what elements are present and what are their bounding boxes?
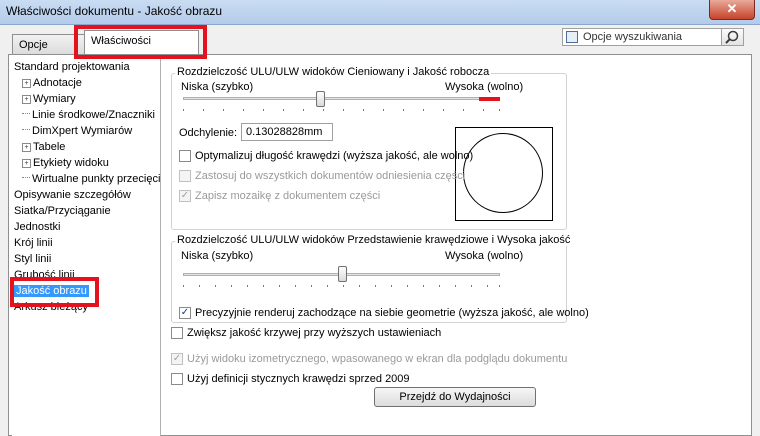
close-button[interactable]: ✕ xyxy=(709,0,755,20)
group2-title: Rozdzielczość ULU/ULW widoków Przedstawi… xyxy=(175,234,573,246)
search-icon xyxy=(725,30,739,44)
precise-render-label: Precyzyjnie renderuj zachodzące na siebi… xyxy=(195,307,589,319)
checkmark-icon: ✓ xyxy=(172,353,182,364)
group1-high-indicator xyxy=(479,97,500,101)
options-document-icon xyxy=(566,31,578,43)
tree-item-line-style[interactable]: Styl linii xyxy=(14,252,51,267)
tree-item-virtual-sharps[interactable]: Wirtualne punkty przecięcia xyxy=(22,172,160,187)
save-mosaic-label: Zapisz mozaikę z dokumentem części xyxy=(195,190,381,202)
search-placeholder: Opcje wyszukiwania xyxy=(583,31,683,43)
checkmark-icon: ✓ xyxy=(180,190,190,201)
tangent-edges-checkbox[interactable] xyxy=(171,373,183,385)
tangent-edges-label: Użyj definicji stycznych krawędzi sprzed… xyxy=(187,373,410,385)
tree-item-centerlines[interactable]: Linie środkowe/Znaczniki xyxy=(22,108,155,123)
group1-slider-track[interactable] xyxy=(183,97,500,100)
expand-icon[interactable]: + xyxy=(22,143,31,152)
deviation-input[interactable]: 0.13028828mm xyxy=(241,123,333,141)
group1-title: Rozdzielczość ULU/ULW widoków Cieniowany… xyxy=(175,66,492,78)
tree-item-dimxpert[interactable]: DimXpert Wymiarów xyxy=(22,124,132,139)
tree-item-view-labels[interactable]: + Etykiety widoku xyxy=(22,156,109,171)
search-input[interactable]: Opcje wyszukiwania xyxy=(562,28,722,46)
tree-item-detailing[interactable]: Opisywanie szczegółów xyxy=(14,188,131,203)
isometric-checkbox[interactable]: ✓ xyxy=(171,353,183,365)
tree-connector xyxy=(22,177,30,179)
tessellation-preview xyxy=(455,127,553,221)
search-button[interactable] xyxy=(722,28,744,46)
deviation-label: Odchylenie: xyxy=(179,127,238,139)
tree-item-annotations[interactable]: + Adnotacje xyxy=(22,76,82,91)
highlight-image-quality-item xyxy=(10,277,99,307)
group2-slider-ticks xyxy=(183,285,500,287)
go-to-performance-button[interactable]: Przejdź do Wydajności xyxy=(374,387,536,407)
expand-icon[interactable]: + xyxy=(22,95,31,104)
curve-quality-label: Zwiększ jakość krzywej przy wyższych ust… xyxy=(187,327,442,339)
window-title: Właściwości dokumentu - Jakość obrazu xyxy=(6,4,223,18)
tree-connector xyxy=(22,129,30,131)
tree-connector xyxy=(22,113,30,115)
save-mosaic-checkbox[interactable]: ✓ xyxy=(179,190,191,202)
optimize-edge-checkbox[interactable] xyxy=(179,150,191,162)
tree-item-grid-snap[interactable]: Siatka/Przyciąganie xyxy=(14,204,111,219)
checkmark-icon: ✓ xyxy=(180,307,190,318)
expand-icon[interactable]: + xyxy=(22,159,31,168)
tree-item-tables[interactable]: + Tabele xyxy=(22,140,65,155)
group1-slider-thumb[interactable] xyxy=(316,91,325,107)
tree-item-line-font[interactable]: Krój linii xyxy=(14,236,53,251)
precise-render-checkbox[interactable]: ✓ xyxy=(179,307,191,319)
group2-slider-thumb[interactable] xyxy=(338,266,347,282)
tree-item-dimensions[interactable]: + Wymiary xyxy=(22,92,76,107)
title-bar: Właściwości dokumentu - Jakość obrazu xyxy=(0,0,760,25)
category-tree: Standard projektowania + Adnotacje + Wymia… xyxy=(12,58,161,436)
apply-all-label: Zastosuj do wszystkich dokumentów odnies… xyxy=(195,170,466,182)
apply-all-checkbox[interactable] xyxy=(179,170,191,182)
tree-item-standard[interactable]: Standard projektowania xyxy=(14,60,130,75)
optimize-edge-label: Optymalizuj długość krawędzi (wyższa jak… xyxy=(195,150,474,162)
curve-quality-checkbox[interactable] xyxy=(171,327,183,339)
preview-circle xyxy=(463,133,543,213)
tree-item-units[interactable]: Jednostki xyxy=(14,220,60,235)
group1-slider-ticks xyxy=(183,109,500,111)
group1-low-label: Niska (szybko) xyxy=(181,81,254,93)
expand-icon[interactable]: + xyxy=(22,79,31,88)
isometric-label: Użyj widoku izometrycznego, wpasowanego … xyxy=(187,353,568,365)
group2-high-label: Wysoka (wolno) xyxy=(445,250,524,262)
group1-high-label: Wysoka (wolno) xyxy=(445,81,524,93)
group2-low-label: Niska (szybko) xyxy=(181,250,254,262)
highlight-document-properties-tab xyxy=(74,25,207,59)
